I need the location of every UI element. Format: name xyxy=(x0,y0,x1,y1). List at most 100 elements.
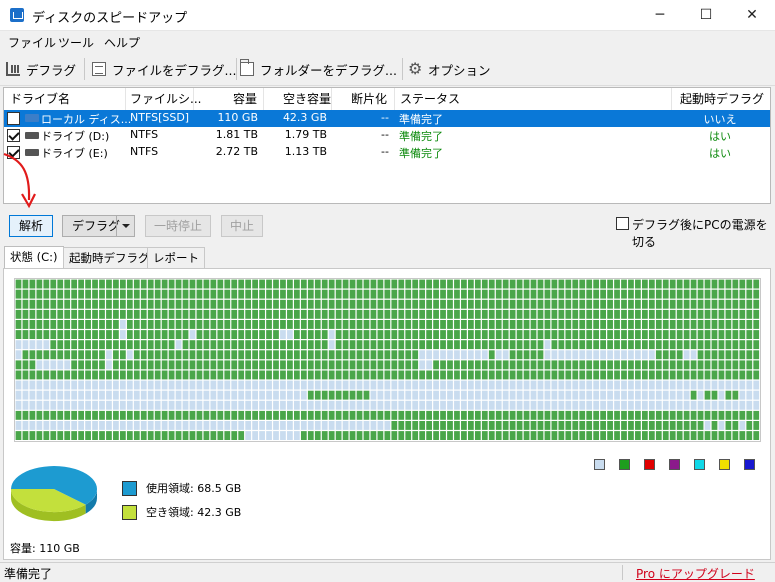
defrag-toolbar-button[interactable]: デフラグ xyxy=(6,59,76,79)
cluster-block xyxy=(488,340,495,350)
col-header-capacity[interactable]: 容量 xyxy=(233,88,257,110)
analyze-button[interactable]: 解析 xyxy=(9,215,53,237)
cluster-block xyxy=(113,289,119,299)
cluster-block xyxy=(746,431,753,440)
close-button[interactable]: ✕ xyxy=(729,0,775,31)
cluster-block xyxy=(106,320,112,329)
cluster-block xyxy=(384,370,391,380)
options-button[interactable]: ⚙ オプション xyxy=(408,59,491,79)
cluster-block xyxy=(412,320,419,329)
cluster-block xyxy=(704,330,711,339)
col-divider[interactable] xyxy=(125,88,126,110)
col-header-name[interactable]: ドライブ名 xyxy=(10,88,70,110)
col-divider[interactable] xyxy=(394,88,395,110)
cluster-block xyxy=(725,320,732,329)
col-header-fs[interactable]: ファイルシ... xyxy=(130,88,201,110)
cluster-block xyxy=(217,421,224,430)
cluster-block xyxy=(203,299,210,309)
cluster-block xyxy=(140,410,147,420)
cluster-block xyxy=(509,390,516,400)
chevron-down-icon[interactable] xyxy=(116,216,134,236)
cluster-block xyxy=(92,330,98,339)
cluster-block xyxy=(746,289,753,299)
drive-row[interactable]: ローカル ディス... NTFS[SSD] 110 GB 42.3 GB -- … xyxy=(4,110,770,127)
col-divider[interactable] xyxy=(331,88,332,110)
col-header-boot-defrag[interactable]: 起動時デフラグ xyxy=(680,88,764,110)
defrag-button[interactable]: デフラグ xyxy=(62,215,135,237)
cluster-block xyxy=(468,421,474,430)
cluster-block xyxy=(147,421,154,430)
cluster-block xyxy=(126,400,133,410)
cluster-block xyxy=(544,410,551,420)
cluster-block xyxy=(558,360,565,370)
drive-checkbox[interactable] xyxy=(7,112,20,125)
cluster-block xyxy=(168,410,175,420)
cluster-block xyxy=(509,340,516,350)
cluster-block xyxy=(231,360,238,370)
menu-tools[interactable]: ツール xyxy=(58,34,94,51)
col-divider[interactable] xyxy=(263,88,264,110)
menu-help[interactable]: ヘルプ xyxy=(104,34,140,51)
cluster-block xyxy=(537,309,544,319)
drive-frag: -- xyxy=(381,145,389,158)
cluster-block xyxy=(78,340,84,350)
cluster-block xyxy=(321,410,328,420)
maximize-button[interactable]: ☐ xyxy=(683,0,729,31)
cluster-block xyxy=(405,400,412,410)
cluster-block xyxy=(328,330,335,339)
upgrade-link[interactable]: Pro にアップグレード xyxy=(636,565,755,582)
tab-status[interactable]: 状態 (C:) xyxy=(4,246,64,268)
cluster-block xyxy=(147,400,154,410)
cluster-block xyxy=(266,390,272,400)
cluster-block xyxy=(426,279,432,289)
legend-swatch-blue xyxy=(744,459,755,470)
menu-file[interactable]: ファイル xyxy=(8,34,56,51)
col-divider[interactable] xyxy=(193,88,194,110)
cluster-block xyxy=(64,320,71,329)
cluster-block xyxy=(648,289,655,299)
cluster-block xyxy=(419,421,426,430)
cluster-block xyxy=(43,299,50,309)
drive-row[interactable]: ドライブ (E:) NTFS 2.72 TB 1.13 TB -- 準備完了 は… xyxy=(4,144,770,161)
cluster-block xyxy=(635,380,641,390)
drive-frag: -- xyxy=(381,128,389,141)
cluster-block xyxy=(99,330,105,339)
power-off-checkbox[interactable] xyxy=(616,217,629,230)
cluster-block xyxy=(502,370,509,380)
cluster-block xyxy=(210,299,217,309)
minimize-button[interactable]: ─ xyxy=(637,0,683,31)
cluster-block xyxy=(628,330,634,339)
stop-button[interactable]: 中止 xyxy=(221,215,263,237)
cluster-block xyxy=(245,299,252,309)
drive-row[interactable]: ドライブ (D:) NTFS 1.81 TB 1.79 TB -- 準備完了 は… xyxy=(4,127,770,144)
cluster-block xyxy=(294,279,300,289)
cluster-block xyxy=(307,299,314,309)
col-divider[interactable] xyxy=(671,88,672,110)
cluster-block xyxy=(370,390,377,400)
col-header-status[interactable]: ステータス xyxy=(400,88,460,110)
col-header-frag[interactable]: 断片化 xyxy=(351,88,387,110)
cluster-block xyxy=(447,289,453,299)
cluster-block xyxy=(704,380,711,390)
tab-boot-defrag[interactable]: 起動時デフラグ xyxy=(63,247,156,268)
cluster-block xyxy=(558,279,565,289)
defrag-folder-button[interactable]: フォルダーをデフラグ... xyxy=(240,59,397,79)
drive-checkbox[interactable] xyxy=(7,129,20,142)
defrag-files-button[interactable]: ファイルをデフラグ... xyxy=(92,59,236,79)
cluster-block xyxy=(600,410,606,420)
cluster-block xyxy=(725,299,732,309)
cluster-block xyxy=(78,410,84,420)
cluster-block xyxy=(565,289,572,299)
cluster-block xyxy=(133,330,140,339)
cluster-map-grid xyxy=(15,279,760,440)
col-header-free[interactable]: 空き容量 xyxy=(283,88,331,110)
tab-report[interactable]: レポート xyxy=(147,247,205,268)
cluster-block xyxy=(614,350,620,360)
cluster-block xyxy=(328,380,335,390)
cluster-block xyxy=(189,400,196,410)
cluster-block xyxy=(447,340,453,350)
cluster-block xyxy=(210,320,217,329)
cluster-block xyxy=(530,421,537,430)
cluster-block xyxy=(363,340,370,350)
pause-button[interactable]: 一時停止 xyxy=(145,215,211,237)
